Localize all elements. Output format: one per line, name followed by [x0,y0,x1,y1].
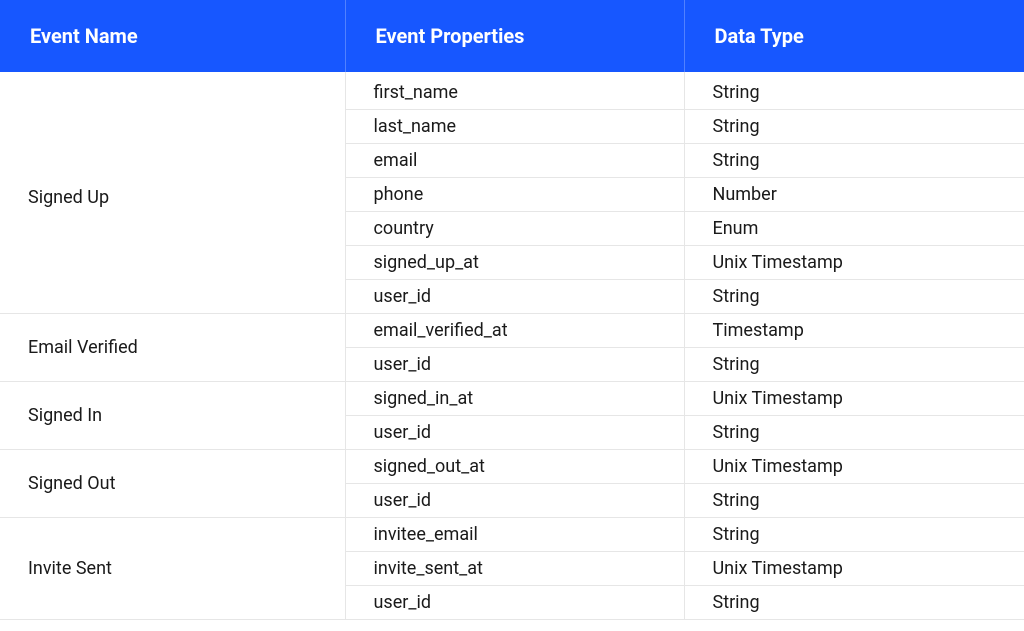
table-row: Signed In signed_in_at Unix Timestamp [0,382,1024,416]
table-row: Signed Up first_name String [0,72,1024,110]
table-body: Signed Up first_name String last_name St… [0,72,1024,620]
table-row: Signed Out signed_out_at Unix Timestamp [0,450,1024,484]
type-cell: Unix Timestamp [684,450,1024,484]
property-cell: user_id [345,484,684,518]
property-cell: signed_out_at [345,450,684,484]
event-name-cell: Email Verified [0,314,345,382]
event-name-cell: Signed Up [0,72,345,314]
header-event-name: Event Name [0,0,345,72]
property-cell: email_verified_at [345,314,684,348]
table-row: Invite Sent invitee_email String [0,518,1024,552]
type-cell: String [684,586,1024,620]
property-cell: user_id [345,416,684,450]
type-cell: String [684,110,1024,144]
property-cell: user_id [345,348,684,382]
event-name-cell: Invite Sent [0,518,345,620]
type-cell: String [684,348,1024,382]
property-cell: signed_up_at [345,246,684,280]
property-cell: signed_in_at [345,382,684,416]
property-cell: phone [345,178,684,212]
type-cell: Unix Timestamp [684,552,1024,586]
property-cell: user_id [345,280,684,314]
header-event-properties: Event Properties [345,0,684,72]
property-cell: first_name [345,72,684,110]
property-cell: invite_sent_at [345,552,684,586]
event-name-cell: Signed Out [0,450,345,518]
type-cell: Timestamp [684,314,1024,348]
type-cell: String [684,72,1024,110]
property-cell: user_id [345,586,684,620]
table-row: Email Verified email_verified_at Timesta… [0,314,1024,348]
header-data-type: Data Type [684,0,1024,72]
type-cell: String [684,280,1024,314]
type-cell: String [684,144,1024,178]
type-cell: Unix Timestamp [684,246,1024,280]
type-cell: String [684,416,1024,450]
table-header-row: Event Name Event Properties Data Type [0,0,1024,72]
property-cell: country [345,212,684,246]
property-cell: email [345,144,684,178]
type-cell: String [684,518,1024,552]
type-cell: Unix Timestamp [684,382,1024,416]
type-cell: Enum [684,212,1024,246]
type-cell: Number [684,178,1024,212]
property-cell: invitee_email [345,518,684,552]
event-name-cell: Signed In [0,382,345,450]
property-cell: last_name [345,110,684,144]
events-table: Event Name Event Properties Data Type Si… [0,0,1024,620]
type-cell: String [684,484,1024,518]
